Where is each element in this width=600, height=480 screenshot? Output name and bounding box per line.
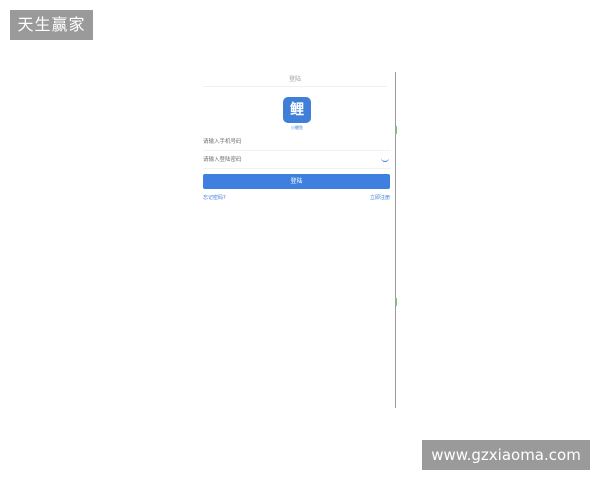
edge-mark xyxy=(395,126,397,134)
screenshot-canvas: 天生赢家 登陆 鲤 小鲤鱼 登陆 忘记密码? 立即注册 www.gzxiaoma… xyxy=(0,0,600,480)
nav-divider xyxy=(203,86,387,87)
screen-edge-divider xyxy=(395,72,396,408)
login-screen: 登陆 鲤 小鲤鱼 登陆 忘记密码? 立即注册 xyxy=(195,70,395,408)
nav-title: 登陆 xyxy=(288,76,301,83)
app-logo-icon: 鲤 xyxy=(283,97,311,123)
forgot-password-link[interactable]: 忘记密码? xyxy=(203,194,226,201)
watermark-top-left: 天生赢家 xyxy=(10,10,93,40)
register-link[interactable]: 立即注册 xyxy=(370,194,390,201)
password-input[interactable] xyxy=(203,154,373,166)
eye-closed-icon[interactable] xyxy=(381,157,389,162)
logo-caption: 小鲤鱼 xyxy=(291,125,303,130)
password-field xyxy=(203,152,391,169)
phone-input[interactable] xyxy=(203,136,373,148)
edge-mark xyxy=(395,298,397,306)
login-button[interactable]: 登陆 xyxy=(203,174,390,189)
watermark-bottom-right: www.gzxiaoma.com xyxy=(422,440,590,470)
phone-field xyxy=(203,134,391,151)
